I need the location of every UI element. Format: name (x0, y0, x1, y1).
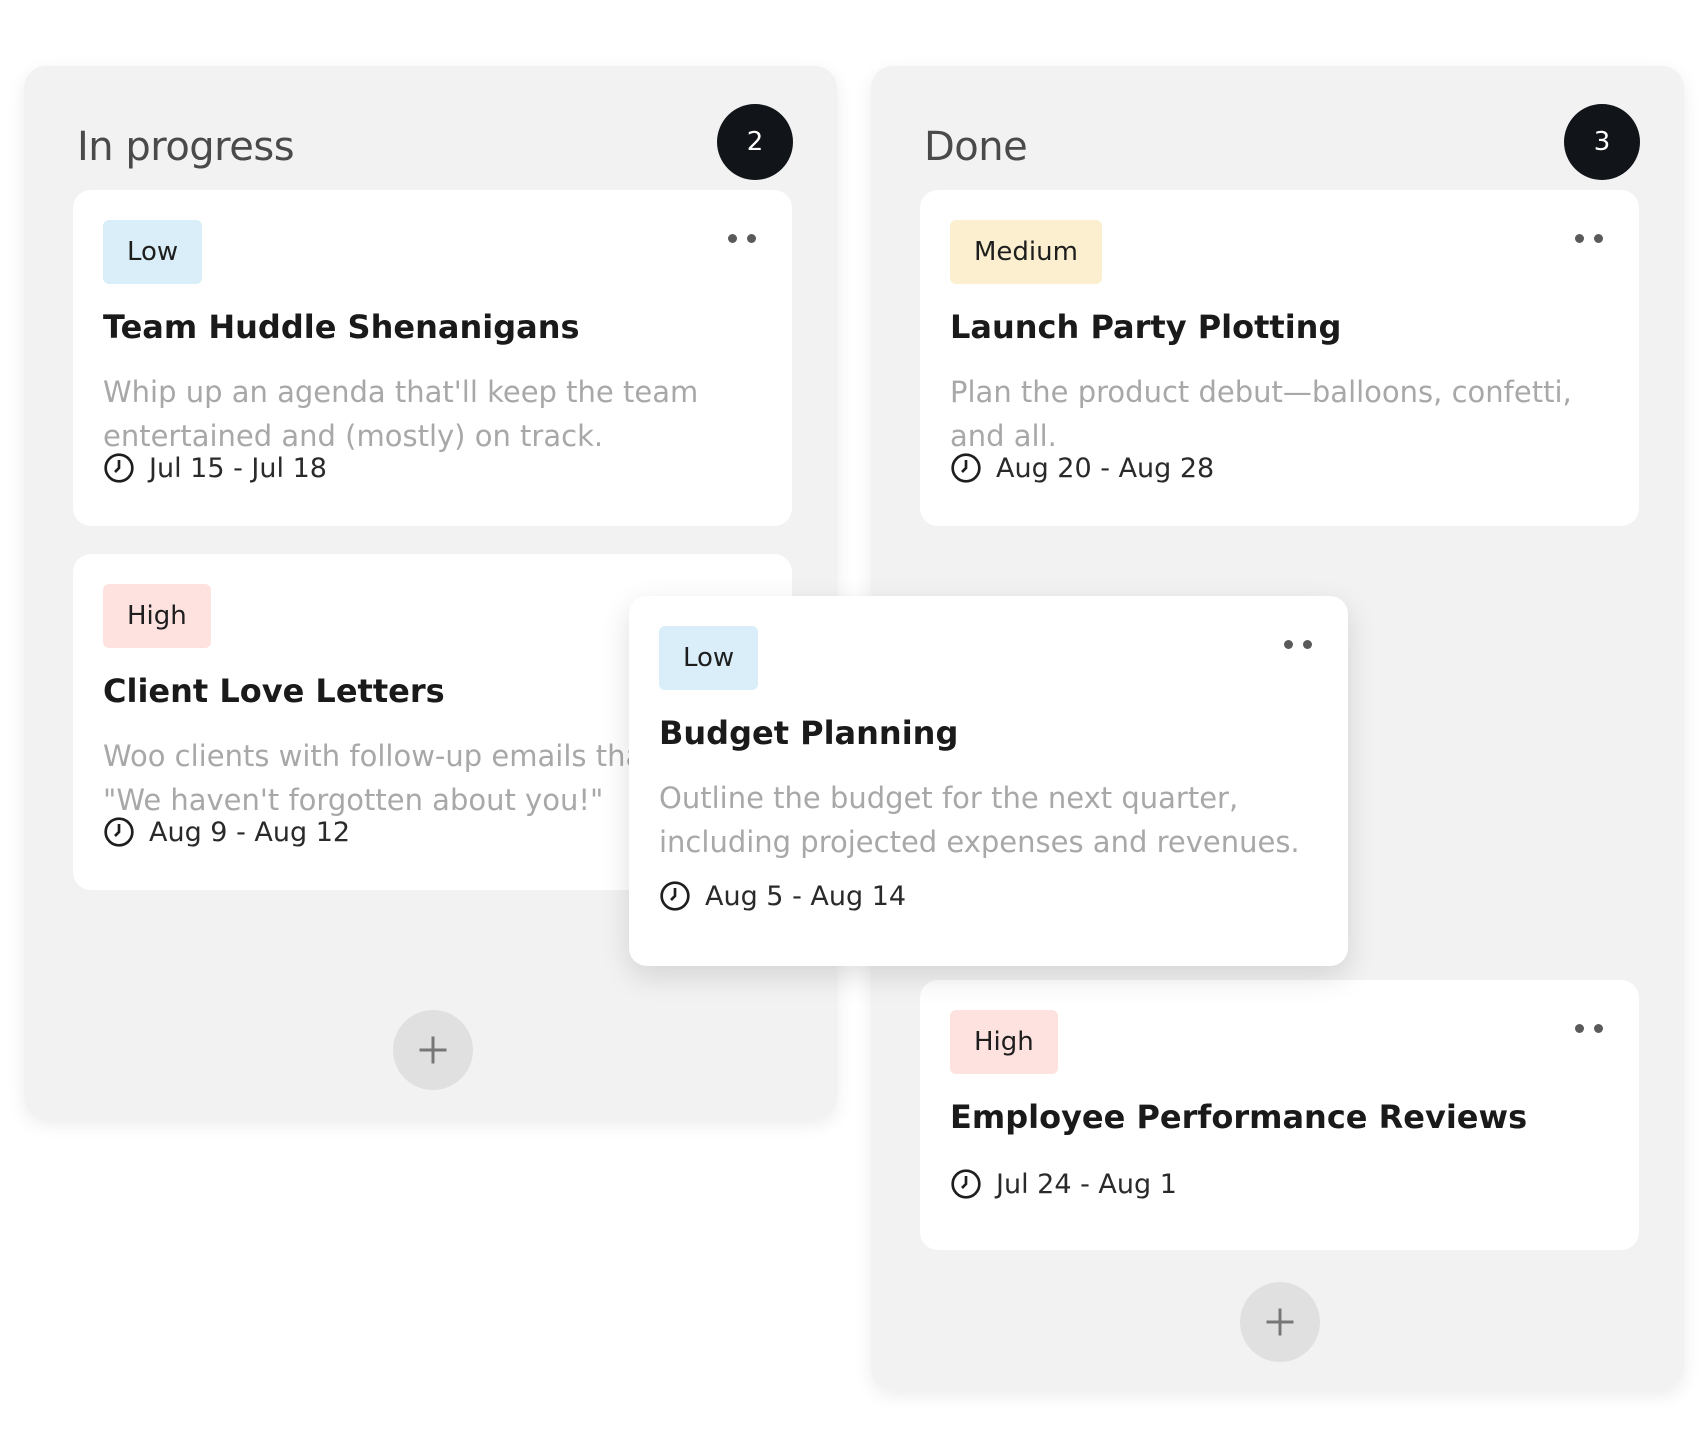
clock-icon (104, 817, 134, 847)
column-title: Done (924, 124, 1028, 170)
card-title: Client Love Letters (103, 672, 445, 710)
task-card-launch-party[interactable]: Medium Launch Party Plotting Plan the pr… (920, 190, 1639, 526)
priority-tag: Low (659, 626, 759, 690)
more-options-button[interactable] (724, 230, 760, 247)
clock-icon (951, 453, 981, 483)
count-badge: 3 (1564, 104, 1640, 180)
date-range: Aug 20 - Aug 28 (996, 452, 1215, 484)
card-title: Budget Planning (659, 714, 959, 752)
card-description: Whip up an agenda that'll keep the team … (103, 375, 699, 453)
plus-icon (1266, 1308, 1294, 1336)
card-title: Launch Party Plotting (950, 308, 1342, 346)
count-badge: 2 (717, 104, 793, 180)
dragging-task-card-budget-planning[interactable]: Low Budget Planning Outline the budget f… (629, 596, 1348, 966)
clock-icon (104, 453, 134, 483)
card-title: Team Huddle Shenanigans (103, 308, 580, 346)
card-description: Plan the product debut—balloons, confett… (950, 375, 1572, 453)
date-range: Aug 9 - Aug 12 (149, 816, 351, 848)
card-title: Employee Performance Reviews (950, 1098, 1528, 1136)
card-date: Jul 15 - Jul 18 (103, 452, 327, 484)
column-title: In progress (77, 124, 295, 170)
priority-tag: Medium (950, 220, 1102, 284)
more-horizontal-icon (1284, 640, 1293, 649)
priority-tag: High (950, 1010, 1058, 1074)
more-horizontal-icon (1575, 1024, 1584, 1033)
add-card-button[interactable] (393, 1010, 473, 1090)
clock-icon (660, 881, 690, 911)
more-options-button[interactable] (1571, 1020, 1607, 1037)
task-card-team-huddle[interactable]: Low Team Huddle Shenanigans Whip up an a… (73, 190, 792, 526)
card-description: Outline the budget for the next quarter,… (659, 781, 1300, 859)
priority-tag: Low (103, 220, 203, 284)
plus-icon (419, 1036, 447, 1064)
more-horizontal-icon (1575, 234, 1584, 243)
more-options-button[interactable] (1280, 636, 1316, 653)
card-date: Aug 20 - Aug 28 (950, 452, 1214, 484)
card-date: Jul 24 - Aug 1 (950, 1168, 1177, 1200)
card-date: Aug 9 - Aug 12 (103, 816, 350, 848)
clock-icon (951, 1169, 981, 1199)
priority-tag: High (103, 584, 211, 648)
more-options-button[interactable] (1571, 230, 1607, 247)
card-date: Aug 5 - Aug 14 (659, 880, 906, 912)
date-range: Jul 24 - Aug 1 (996, 1168, 1177, 1200)
more-horizontal-icon (728, 234, 737, 243)
date-range: Jul 15 - Jul 18 (149, 452, 327, 484)
task-card-performance-reviews[interactable]: High Employee Performance Reviews Jul 24… (920, 980, 1639, 1250)
add-card-button[interactable] (1240, 1282, 1320, 1362)
date-range: Aug 5 - Aug 14 (705, 880, 907, 912)
